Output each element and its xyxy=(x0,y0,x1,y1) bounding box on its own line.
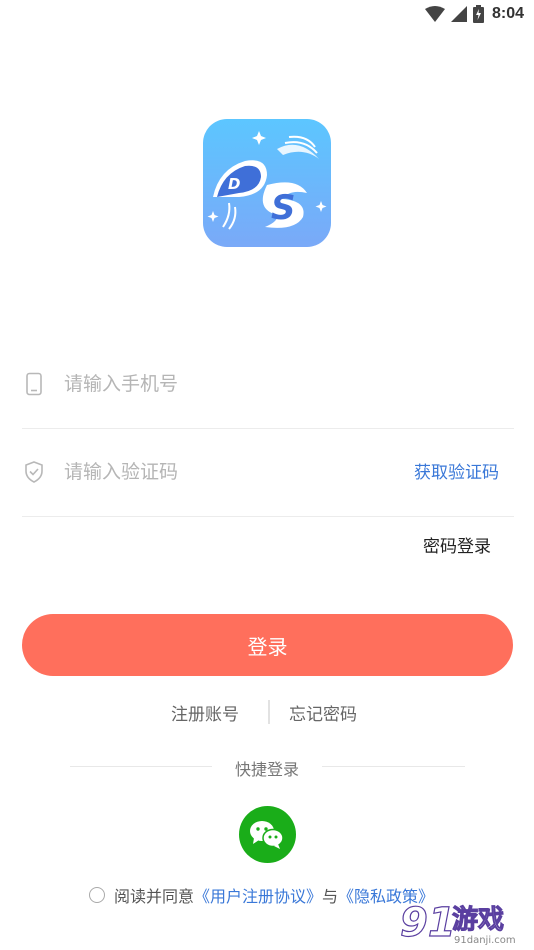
svg-text:91danji.com: 91danji.com xyxy=(454,935,516,946)
agreement-row: 阅读并同意 《用户注册协议》 与 《隐私政策》 xyxy=(89,884,434,906)
app-logo-icon: D S xyxy=(203,119,331,247)
forgot-password-link[interactable]: 忘记密码 xyxy=(289,700,357,725)
verification-code-field: 获取验证码 xyxy=(22,428,514,517)
password-login-link[interactable]: 密码登录 xyxy=(423,532,491,557)
status-icons: 8:04 xyxy=(424,5,524,23)
get-code-button[interactable]: 获取验证码 xyxy=(414,458,499,483)
login-button[interactable]: 登录 xyxy=(22,614,513,676)
account-links: 注册账号 忘记密码 xyxy=(0,700,534,725)
svg-text:91: 91 xyxy=(400,900,456,946)
links-divider xyxy=(268,700,270,724)
register-link[interactable]: 注册账号 xyxy=(171,700,239,725)
svg-text:D: D xyxy=(228,175,240,193)
quick-login-divider: 快捷登录 xyxy=(0,756,534,779)
svg-text:S: S xyxy=(271,188,296,228)
phone-input[interactable] xyxy=(64,366,364,402)
shield-icon xyxy=(25,461,43,483)
wifi-icon xyxy=(424,6,445,22)
svg-text:游戏: 游戏 xyxy=(452,905,504,935)
agreement-connector: 与 xyxy=(322,887,339,906)
quick-login-label: 快捷登录 xyxy=(234,760,299,779)
status-time: 8:04 xyxy=(491,5,524,22)
signal-icon xyxy=(450,6,467,22)
phone-field xyxy=(22,340,514,429)
status-bar: 8:04 xyxy=(0,0,534,28)
battery-icon xyxy=(472,5,484,23)
verification-code-input[interactable] xyxy=(64,454,364,490)
user-agreement-link[interactable]: 《用户注册协议》 xyxy=(194,883,322,907)
agreement-checkbox[interactable] xyxy=(89,887,105,903)
agreement-prefix: 阅读并同意 xyxy=(114,887,195,906)
phone-icon xyxy=(26,372,42,396)
divider-line-right xyxy=(322,766,465,767)
watermark-logo: 91 游戏 91danji.com xyxy=(400,899,516,946)
wechat-icon xyxy=(250,821,284,849)
wechat-login-button[interactable] xyxy=(239,806,296,863)
